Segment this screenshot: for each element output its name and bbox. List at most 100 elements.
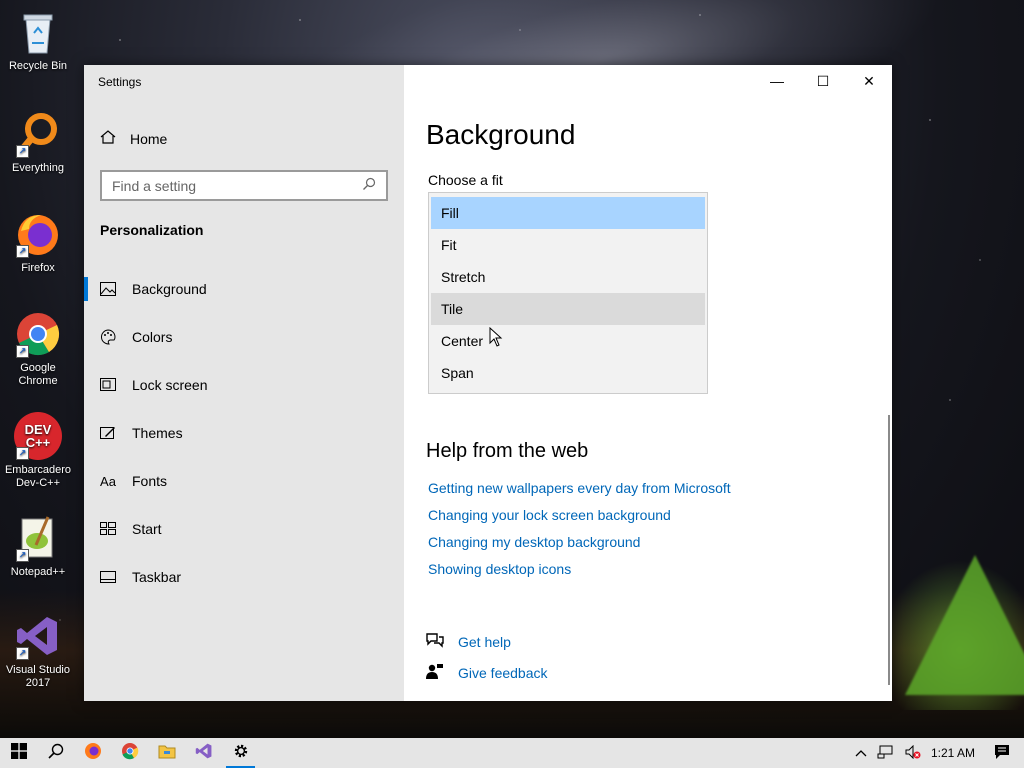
desktop-icon-label: Embarcadero Dev-C++ [4, 464, 72, 489]
desktop-icon-visual-studio[interactable]: ↗ Visual Studio 2017 [0, 612, 76, 690]
notepadpp-icon: ↗ [14, 514, 62, 562]
search-input[interactable]: Find a setting [100, 170, 388, 201]
fit-label: Choose a fit [428, 172, 503, 188]
system-tray: 1:21 AM [850, 738, 1024, 768]
get-help-label: Get help [458, 633, 511, 650]
desktop-icon-everything[interactable]: ↗ Everything [0, 110, 76, 175]
desktop-icon-label: Recycle Bin [8, 60, 68, 72]
shortcut-arrow-icon: ↗ [16, 145, 29, 158]
help-link-desktop-icons[interactable]: Showing desktop icons [428, 561, 731, 588]
fit-option-center[interactable]: Center [431, 325, 705, 357]
home-icon [100, 129, 116, 148]
help-link-lock-screen[interactable]: Changing your lock screen background [428, 507, 731, 534]
mouse-cursor-icon [489, 326, 503, 352]
taskbar-firefox[interactable] [74, 738, 111, 768]
sidebar-item-colors[interactable]: Colors [84, 313, 404, 361]
start-icon [100, 521, 116, 537]
fonts-icon: Aa [100, 473, 116, 489]
settings-sidebar: Settings Home Find a setting Personaliza… [84, 65, 404, 701]
sidebar-item-background[interactable]: Background [84, 265, 404, 313]
shortcut-arrow-icon: ↗ [16, 647, 29, 660]
fit-dropdown-list[interactable]: Fill Fit Stretch Tile Center Span [428, 192, 708, 394]
caption-buttons: — ☐ ✕ [754, 65, 892, 97]
taskbar-visual-studio[interactable] [185, 738, 222, 768]
search-placeholder: Find a setting [112, 177, 197, 194]
desktop-icon-chrome[interactable]: ↗ Google Chrome [0, 310, 76, 388]
desktop-icon-recycle-bin[interactable]: Recycle Bin [0, 8, 76, 73]
file-explorer-icon [158, 743, 176, 764]
minimize-button[interactable]: — [754, 65, 800, 97]
taskbar-file-explorer[interactable] [148, 738, 185, 768]
close-button[interactable]: ✕ [846, 65, 892, 97]
help-link-wallpapers[interactable]: Getting new wallpapers every day from Mi… [428, 480, 731, 507]
search-icon [47, 743, 64, 764]
clock[interactable]: 1:21 AM [931, 746, 975, 760]
windows-logo-icon [10, 742, 27, 764]
help-links: Getting new wallpapers every day from Mi… [428, 480, 731, 588]
palette-icon [100, 329, 116, 345]
taskbar-icon [100, 569, 116, 585]
sidebar-item-label: Taskbar [132, 569, 182, 585]
fit-option-fill[interactable]: Fill [431, 197, 705, 229]
network-icon[interactable] [877, 745, 895, 762]
sidebar-item-label: Colors [132, 329, 173, 345]
search-icon [362, 177, 376, 194]
desktop-icon-notepadpp[interactable]: ↗ Notepad++ [0, 514, 76, 579]
everything-search-icon: ↗ [14, 110, 62, 158]
sidebar-item-label: Lock screen [132, 377, 208, 393]
desktop-icon-label: Notepad++ [10, 566, 66, 578]
chrome-icon: ↗ [14, 310, 62, 358]
maximize-button[interactable]: ☐ [800, 65, 846, 97]
action-center-icon[interactable] [994, 744, 1010, 763]
sidebar-item-themes[interactable]: Themes [84, 409, 404, 457]
lock-screen-icon [100, 377, 116, 393]
chrome-icon [121, 742, 139, 765]
shortcut-arrow-icon: ↗ [16, 245, 29, 258]
shortcut-arrow-icon: ↗ [16, 447, 29, 460]
volume-muted-icon[interactable] [905, 744, 921, 762]
chevron-up-icon[interactable] [855, 746, 867, 760]
visual-studio-icon [195, 742, 213, 765]
desktop-icon-label: Everything [12, 162, 64, 174]
get-help-link[interactable]: Get help [426, 626, 548, 657]
desktop-icon-devcpp[interactable]: DEV C++ ↗ Embarcadero Dev-C++ [0, 412, 76, 490]
help-title: Help from the web [426, 440, 589, 462]
settings-gear-icon [233, 743, 249, 764]
sidebar-item-start[interactable]: Start [84, 505, 404, 553]
firefox-icon: ↗ [14, 210, 62, 258]
desktop-icon-firefox[interactable]: ↗ Firefox [0, 210, 76, 275]
start-button[interactable] [0, 738, 37, 768]
sidebar-item-fonts[interactable]: Aa Fonts [84, 457, 404, 505]
nav-home-label: Home [130, 130, 168, 147]
fit-option-stretch[interactable]: Stretch [431, 261, 705, 293]
feedback-icon [426, 663, 444, 682]
taskbar: 1:21 AM [0, 738, 1024, 768]
desktop-icon-label: Google Chrome [18, 362, 58, 387]
sidebar-item-label: Themes [132, 425, 183, 441]
sidebar-item-lock-screen[interactable]: Lock screen [84, 361, 404, 409]
page-title: Background [426, 119, 576, 150]
fit-option-tile[interactable]: Tile [431, 293, 705, 325]
nav-home[interactable]: Home [100, 129, 167, 148]
give-feedback-link[interactable]: Give feedback [426, 657, 548, 688]
shortcut-arrow-icon: ↗ [16, 345, 29, 358]
sidebar-item-taskbar[interactable]: Taskbar [84, 553, 404, 601]
nav-list: Background Colors Lock screen Themes Aa … [84, 265, 404, 601]
taskbar-settings[interactable] [222, 738, 259, 768]
fit-option-fit[interactable]: Fit [431, 229, 705, 261]
desktop-icon-label: Visual Studio 2017 [5, 664, 70, 689]
shortcut-arrow-icon: ↗ [16, 549, 29, 562]
fit-option-span[interactable]: Span [431, 357, 705, 389]
content-scrollbar[interactable] [888, 415, 890, 685]
devcpp-icon: DEV C++ ↗ [14, 412, 62, 460]
give-feedback-label: Give feedback [458, 664, 548, 681]
help-link-desktop-background[interactable]: Changing my desktop background [428, 534, 731, 561]
sidebar-item-label: Background [132, 281, 207, 297]
taskbar-chrome[interactable] [111, 738, 148, 768]
themes-icon [100, 425, 116, 441]
section-title: Personalization [100, 222, 204, 238]
taskbar-search-button[interactable] [37, 738, 74, 768]
sidebar-item-label: Fonts [132, 473, 168, 489]
picture-icon [100, 281, 116, 297]
chat-help-icon [426, 632, 444, 651]
